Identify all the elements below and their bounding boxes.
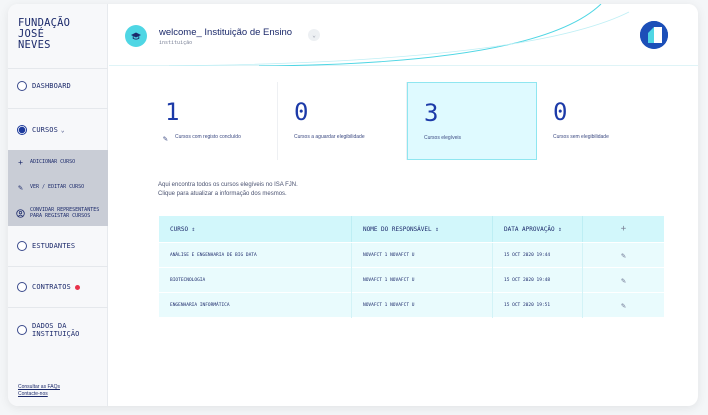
- submenu-label: CONVIDAR REPRESENTANTES PARA REGISTAR CU…: [30, 207, 100, 219]
- stat-value: 0: [294, 98, 309, 126]
- add-course-button[interactable]: +: [583, 216, 664, 242]
- pencil-icon: ✎: [18, 183, 23, 192]
- table-header: CURSO ⇕ NOME DO RESPONSÁVEL ⇕ DATA APROV…: [159, 216, 664, 242]
- sidebar-item-cursos[interactable]: CURSOS ⌄: [8, 125, 108, 135]
- pencil-icon: ✎: [621, 300, 626, 310]
- cell-curso: BIOTECNOLOGIA: [159, 267, 352, 293]
- cell-responsavel: NOVAFCT 1 NOVAFCT U: [352, 242, 493, 268]
- stat-label: Cursos a aguardar elegibilidade: [294, 134, 365, 140]
- submenu-edit-course[interactable]: ✎ VER / EDITAR CURSO: [16, 183, 84, 192]
- radio-icon: [17, 325, 27, 335]
- cell-data: 15 OCT 2020 19:44: [493, 242, 583, 268]
- welcome-subtitle: instituição: [159, 40, 193, 46]
- intro-line: Aqui encontra todos os cursos elegíveis …: [158, 182, 298, 188]
- stat-card-completed[interactable]: 1 ✎ Cursos com registo concluído: [149, 82, 278, 160]
- avatar-shape: [640, 21, 668, 49]
- sidebar-item-estudantes[interactable]: ESTUDANTES: [8, 241, 108, 251]
- cell-curso: ENGENHARIA INFORMÁTICA: [159, 292, 352, 318]
- plus-icon: +: [18, 158, 23, 167]
- stat-card-eligible[interactable]: 3 Cursos elegíveis: [407, 82, 537, 160]
- header: welcome_ Instituição de Ensino instituiç…: [109, 4, 698, 66]
- table-row[interactable]: BIOTECNOLOGIA NOVAFCT 1 NOVAFCT U 15 OCT…: [159, 267, 664, 293]
- sidebar-item-dados-instituicao[interactable]: DADOS DA INSTITUIÇÃO: [8, 322, 108, 338]
- divider: [8, 108, 108, 109]
- chevron-down-icon: ⌄: [60, 126, 65, 134]
- pencil-icon: ✎: [163, 134, 168, 143]
- contact-link[interactable]: Contacte-nos: [18, 391, 60, 398]
- sidebar-item-dashboard[interactable]: DASHBOARD: [8, 81, 108, 91]
- edit-row-button[interactable]: ✎: [583, 243, 664, 268]
- radio-icon: [17, 282, 27, 292]
- edit-row-button[interactable]: ✎: [583, 293, 664, 318]
- sort-responsavel[interactable]: NOME DO RESPONSÁVEL ⇕: [352, 216, 493, 242]
- brand-line: NEVES: [18, 39, 51, 51]
- submenu-label: ADICIONAR CURSO: [30, 158, 76, 165]
- intro-text: Aqui encontra todos os cursos elegíveis …: [158, 181, 298, 199]
- divider: [8, 266, 108, 267]
- cell-data: 15 OCT 2020 19:48: [493, 267, 583, 293]
- faqs-link[interactable]: Consultar as FAQs: [18, 384, 60, 391]
- stat-label: Cursos elegíveis: [424, 135, 461, 141]
- sidebar-item-label: CURSOS: [32, 126, 58, 134]
- institution-logo: [125, 25, 147, 47]
- submenu-invite-representatives[interactable]: CONVIDAR REPRESENTANTES PARA REGISTAR CU…: [16, 207, 106, 219]
- cell-responsavel: NOVAFCT 1 NOVAFCT U: [352, 267, 493, 293]
- intro-line: Clique para atualizar a informação dos m…: [158, 191, 287, 197]
- cell-curso: ANÁLISE E ENGENHARIA DE BIG DATA: [159, 242, 352, 268]
- sidebar-item-label: ESTUDANTES: [32, 242, 76, 250]
- stat-card-pending[interactable]: 0 Cursos a aguardar elegibilidade: [278, 82, 407, 160]
- submenu-label: VER / EDITAR CURSO: [30, 183, 85, 190]
- sidebar: FUNDAÇÃO JOSÉ NEVES DASHBOARD CURSOS ⌄ +…: [8, 4, 108, 406]
- sidebar-item-label: DADOS DA INSTITUIÇÃO: [32, 322, 80, 338]
- sidebar-item-contratos[interactable]: CONTRATOS: [8, 282, 108, 292]
- graduation-cap-icon: [131, 32, 141, 40]
- radio-icon: [17, 81, 27, 91]
- chevron-down-icon[interactable]: ⌄: [308, 29, 320, 41]
- brand-logo-text[interactable]: FUNDAÇÃO JOSÉ NEVES: [18, 18, 98, 51]
- sidebar-item-label: DASHBOARD: [32, 82, 71, 90]
- sort-data-aprovacao[interactable]: DATA APROVAÇÃO ⇕: [493, 216, 583, 242]
- divider: [8, 68, 108, 69]
- user-circle-icon: [16, 209, 25, 218]
- submenu-add-course[interactable]: + ADICIONAR CURSO: [16, 158, 75, 167]
- footer-links: Consultar as FAQs Contacte-nos: [18, 384, 60, 398]
- pencil-icon: ✎: [621, 275, 626, 285]
- pencil-icon: ✎: [621, 250, 626, 260]
- welcome-title: welcome_ Instituição de Ensino: [159, 27, 293, 38]
- user-avatar[interactable]: [640, 21, 668, 49]
- stat-label: Cursos com registo concluído: [175, 134, 241, 140]
- table-row[interactable]: ENGENHARIA INFORMÁTICA NOVAFCT 1 NOVAFCT…: [159, 292, 664, 318]
- radio-icon: [17, 241, 27, 251]
- app-window: FUNDAÇÃO JOSÉ NEVES DASHBOARD CURSOS ⌄ +…: [8, 4, 698, 406]
- edit-row-button[interactable]: ✎: [583, 268, 664, 293]
- stat-label: Cursos sem elegibilidade: [553, 134, 609, 140]
- cursos-submenu: + ADICIONAR CURSO ✎ VER / EDITAR CURSO C…: [8, 150, 108, 226]
- stats-row: 1 ✎ Cursos com registo concluído 0 Curso…: [149, 82, 665, 160]
- notification-dot: [74, 284, 80, 290]
- sidebar-item-label: CONTRATOS: [32, 283, 71, 291]
- stat-card-ineligible[interactable]: 0 Cursos sem elegibilidade: [537, 82, 665, 160]
- stat-value: 1: [165, 98, 180, 126]
- radio-selected-icon: [17, 125, 27, 135]
- stat-value: 3: [424, 99, 439, 127]
- table-row[interactable]: ANÁLISE E ENGENHARIA DE BIG DATA NOVAFCT…: [159, 242, 664, 268]
- divider: [8, 307, 108, 308]
- stat-value: 0: [553, 98, 568, 126]
- sort-curso[interactable]: CURSO ⇕: [159, 216, 352, 242]
- courses-table: CURSO ⇕ NOME DO RESPONSÁVEL ⇕ DATA APROV…: [159, 216, 664, 318]
- cell-data: 15 OCT 2020 19:51: [493, 292, 583, 318]
- cell-responsavel: NOVAFCT 1 NOVAFCT U: [352, 292, 493, 318]
